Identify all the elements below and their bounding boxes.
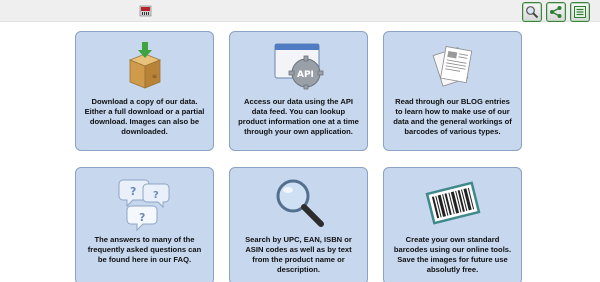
card-create-text: Create your own standard barcodes using …: [393, 235, 512, 274]
card-blog-text: Read through our BLOG entries to learn h…: [393, 97, 512, 136]
card-faq-text: The answers to many of the frequently as…: [87, 235, 202, 264]
blog-papers-icon: [432, 46, 472, 87]
card-faq[interactable]: ? ? ? The answers to many of the frequen…: [75, 167, 214, 282]
magnifier-icon: [276, 179, 324, 227]
card-create[interactable]: Create your own standard barcodes using …: [383, 167, 522, 282]
faq-bubbles-icon: ? ? ?: [118, 179, 169, 232]
top-bar: [0, 0, 600, 22]
svg-text:≡: ≡: [152, 73, 157, 80]
api-gear-icon: API: [274, 43, 323, 90]
svg-text:?: ?: [153, 190, 159, 201]
card-api[interactable]: API Access our data using the API data f…: [229, 31, 368, 151]
search-button[interactable]: [522, 2, 542, 22]
download-box-icon: ≡: [128, 42, 161, 89]
search-icon: [526, 6, 539, 19]
logo-icon[interactable]: [139, 5, 152, 17]
card-download-text: Download a copy of our data. Either a fu…: [84, 97, 205, 136]
svg-text:?: ?: [139, 211, 145, 224]
card-blog[interactable]: Read through our BLOG entries to learn h…: [383, 31, 522, 151]
barcode-icon: [425, 181, 480, 225]
card-search[interactable]: Search by UPC, EAN, ISBN or ASIN codes a…: [229, 167, 368, 282]
card-api-text: Access our data using the API data feed.…: [238, 97, 359, 136]
svg-text:API: API: [297, 70, 314, 80]
toolbar: [522, 2, 590, 22]
barcode-list-icon: [574, 6, 586, 18]
barcode-list-button[interactable]: [570, 2, 590, 22]
share-icon: [550, 6, 562, 18]
share-button[interactable]: [546, 2, 566, 22]
card-download[interactable]: ≡ Download a copy of our data. Either a …: [75, 31, 214, 151]
card-search-text: Search by UPC, EAN, ISBN or ASIN codes a…: [245, 235, 352, 274]
svg-text:?: ?: [130, 185, 136, 198]
feature-grid: ≡ Download a copy of our data. Either a …: [75, 31, 523, 282]
